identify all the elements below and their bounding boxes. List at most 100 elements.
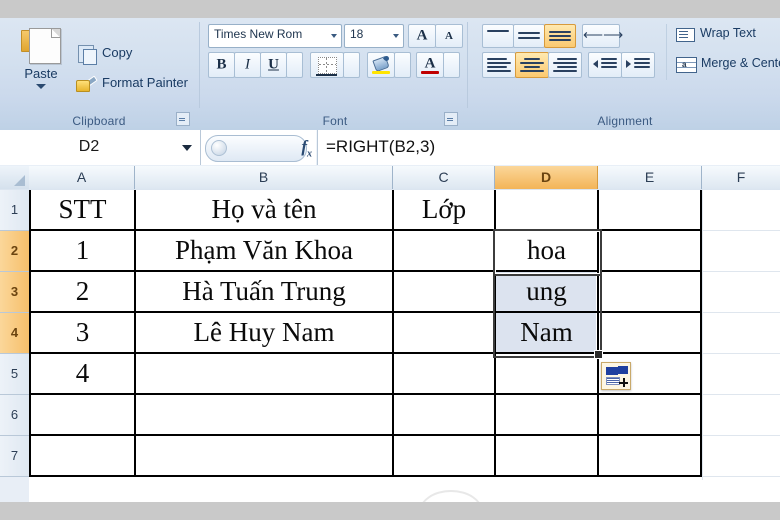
column-header-d[interactable]: D <box>495 166 598 189</box>
font-size-value: 18 <box>350 27 364 41</box>
cell-c1[interactable]: Lớp <box>394 190 494 229</box>
cell-b1[interactable]: Họ và tên <box>136 190 392 229</box>
formula-input[interactable]: =RIGHT(B2,3) <box>317 130 780 165</box>
autofill-icon-part <box>606 377 620 385</box>
merge-center-button[interactable]: a Merge & Center <box>676 56 780 73</box>
copy-icon <box>78 45 97 65</box>
group-divider <box>199 22 200 108</box>
font-name-combobox[interactable]: Times New Rom <box>208 24 342 48</box>
cell-b3[interactable]: Hà Tuấn Trung <box>136 272 392 311</box>
align-bottom-button[interactable] <box>544 24 576 48</box>
decrease-indent-button[interactable] <box>588 52 622 78</box>
formula-bar: D2 fx =RIGHT(B2,3) <box>0 130 780 167</box>
merge-center-label: Merge & Center <box>701 56 780 70</box>
cell-a5[interactable]: 4 <box>31 354 134 393</box>
formula-cancel-enter-pill[interactable] <box>205 135 307 162</box>
underline-button[interactable]: U <box>260 52 287 78</box>
cell-b2[interactable]: Phạm Văn Khoa <box>136 231 392 270</box>
underline-dropdown[interactable] <box>286 52 303 78</box>
paste-label: Paste <box>24 66 58 81</box>
bottom-crop-strip <box>0 502 780 520</box>
group-label-alignment: Alignment <box>597 114 653 128</box>
cell-d4[interactable]: Nam <box>496 313 597 352</box>
grow-font-button[interactable]: A <box>408 24 436 48</box>
formula-value: =RIGHT(B2,3) <box>326 137 436 156</box>
chevron-down-icon[interactable] <box>36 84 46 89</box>
font-color-dropdown[interactable] <box>443 52 460 78</box>
column-header-c[interactable]: C <box>393 166 495 189</box>
borders-dropdown[interactable] <box>343 52 360 78</box>
shrink-font-label: A <box>445 30 453 42</box>
shrink-font-button[interactable]: A <box>435 24 463 48</box>
ribbon-group-alignment: ⟵⟶ Wrap Text a Merge & Cent Alignment <box>470 18 780 130</box>
row-header-column: 1 2 3 4 5 6 7 <box>0 190 30 502</box>
cell-d3[interactable]: ung <box>496 272 597 311</box>
borders-button[interactable] <box>310 52 344 78</box>
row-header-6[interactable]: 6 <box>0 395 30 436</box>
row-header-7[interactable]: 7 <box>0 436 30 477</box>
select-all-corner[interactable] <box>0 166 30 189</box>
italic-button[interactable]: I <box>234 52 261 78</box>
row-header-3[interactable]: 3 <box>0 272 30 313</box>
cell-a3[interactable]: 2 <box>31 272 134 311</box>
copy-button[interactable]: Copy <box>76 40 132 66</box>
formula-knob-icon <box>211 140 227 156</box>
row-header-2[interactable]: 2 <box>0 231 30 272</box>
row-header-4[interactable]: 4 <box>0 313 30 354</box>
format-painter-button[interactable]: Format Painter <box>76 70 188 96</box>
group-divider <box>467 22 468 108</box>
gridline <box>702 190 703 480</box>
ribbon-group-clipboard: Paste Copy Format Painter Clipboard <box>0 18 198 130</box>
fill-handle[interactable] <box>594 350 603 359</box>
name-box[interactable]: D2 <box>0 130 201 165</box>
column-header-b[interactable]: B <box>135 166 393 189</box>
insert-function-icon[interactable]: fx <box>301 137 312 159</box>
align-right-button[interactable] <box>548 52 582 78</box>
wrap-text-button[interactable]: Wrap Text <box>676 26 756 42</box>
font-size-combobox[interactable]: 18 <box>344 24 404 48</box>
align-left-button[interactable] <box>482 52 516 78</box>
excel-window: Paste Copy Format Painter Clipboard Time… <box>0 0 780 520</box>
cell-b4[interactable]: Lê Huy Nam <box>136 313 392 352</box>
column-header-f[interactable]: F <box>702 166 780 189</box>
chevron-down-icon[interactable] <box>393 34 399 38</box>
arrow-left-icon <box>593 60 598 68</box>
row-header-1[interactable]: 1 <box>0 190 30 231</box>
increase-indent-button[interactable] <box>621 52 655 78</box>
row-header-5[interactable]: 5 <box>0 354 30 395</box>
fill-color-button[interactable] <box>367 52 395 78</box>
cell-a4[interactable]: 3 <box>31 313 134 352</box>
table-border <box>29 434 702 436</box>
font-color-letter: A <box>424 55 436 72</box>
font-color-swatch <box>421 71 439 74</box>
font-color-button[interactable]: A <box>416 52 444 78</box>
chevron-down-icon[interactable] <box>182 145 192 151</box>
orientation-icon: ⟵⟶ <box>583 28 624 44</box>
cell-a2[interactable]: 1 <box>31 231 134 270</box>
cell-d2[interactable]: hoa <box>496 231 597 270</box>
copy-label: Copy <box>102 45 133 60</box>
paste-button[interactable]: Paste <box>10 22 72 102</box>
table-border <box>29 475 702 477</box>
chevron-down-icon[interactable] <box>331 34 337 38</box>
group-label-clipboard: Clipboard <box>72 114 126 128</box>
fill-bucket-icon <box>372 54 391 73</box>
orientation-button[interactable]: ⟵⟶ <box>582 24 624 48</box>
merge-cells-icon: a <box>676 57 697 73</box>
wrap-text-icon <box>676 28 695 42</box>
align-center-button[interactable] <box>515 52 549 78</box>
formula-bar-controls: fx <box>201 130 316 165</box>
fill-color-dropdown[interactable] <box>394 52 411 78</box>
column-header-a[interactable]: A <box>29 166 135 189</box>
column-header-e[interactable]: E <box>598 166 702 189</box>
column-header-row: A B C D E F <box>0 166 780 191</box>
bold-button[interactable]: B <box>208 52 235 78</box>
borders-icon <box>318 57 337 74</box>
underline-label: U <box>268 56 279 73</box>
align-middle-button[interactable] <box>513 24 545 48</box>
autofill-options-button[interactable] <box>601 362 631 390</box>
align-top-button[interactable] <box>482 24 514 48</box>
watermark <box>419 490 483 502</box>
group-label-font: Font <box>322 114 348 128</box>
cell-a1[interactable]: STT <box>31 190 134 229</box>
